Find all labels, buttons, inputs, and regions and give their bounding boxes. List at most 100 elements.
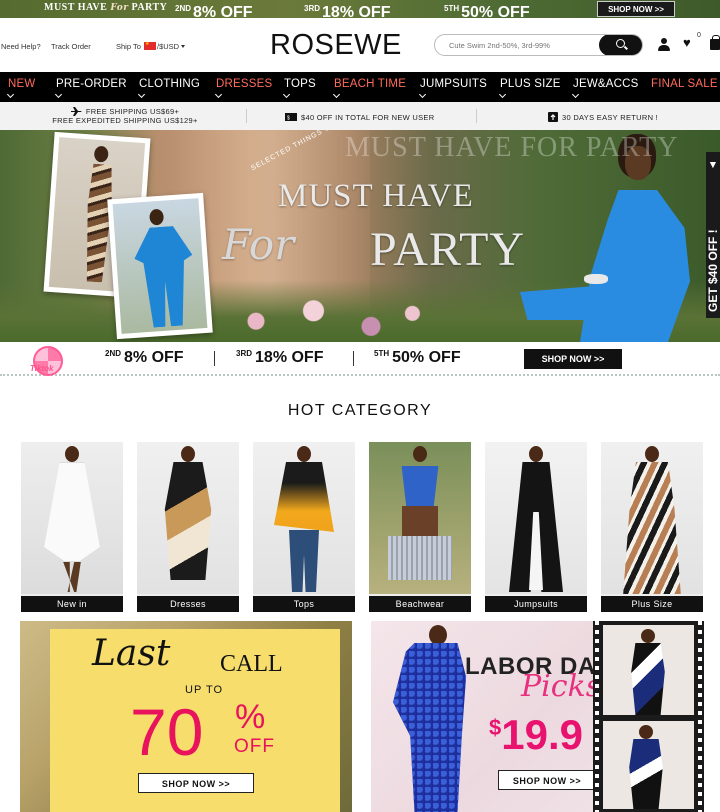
category-image-fringe-swimsuit bbox=[369, 442, 471, 594]
shipping-line-1: FREE SHIPPING US$69+ bbox=[85, 107, 180, 116]
return-box-icon bbox=[548, 112, 558, 122]
search-icon bbox=[616, 39, 625, 48]
category-image-white-dress bbox=[21, 442, 123, 594]
category-image-black-jumpsuit bbox=[485, 442, 587, 594]
hot-category-title: HOT CATEGORY bbox=[287, 402, 433, 419]
china-flag-icon bbox=[143, 41, 156, 50]
coupon-icon: $ bbox=[285, 113, 297, 122]
labor-day-price: $19.9 bbox=[489, 711, 583, 758]
category-card-dresses[interactable]: Dresses bbox=[137, 442, 239, 612]
last-call-shop-now-button[interactable]: SHOP NOW >> bbox=[138, 773, 254, 793]
promo-shop-now-button[interactable]: SHOP NOW >> bbox=[597, 1, 675, 17]
chevron-down-icon bbox=[139, 92, 145, 98]
last-call-percent-sign: % bbox=[235, 698, 266, 736]
nav-item-dresses[interactable]: DRESSES bbox=[216, 78, 272, 90]
currency-label: /$USD bbox=[156, 42, 180, 51]
hero-headline-party: PARTY bbox=[370, 223, 526, 276]
nav-item-jumpsuits[interactable]: JUMPSUITS bbox=[420, 78, 487, 90]
promo-headline: MUST HAVE For PARTY bbox=[44, 2, 168, 13]
category-image-colorblock-dress bbox=[137, 442, 239, 594]
category-image-gradient-top bbox=[253, 442, 355, 594]
airplane-icon bbox=[70, 107, 82, 116]
nav-item-jewelry-accessories[interactable]: JEW&ACCS bbox=[573, 78, 639, 90]
category-card-plus-size[interactable]: Plus Size bbox=[601, 442, 703, 612]
labor-day-picks-script: Picks bbox=[521, 669, 602, 704]
category-label: Beachwear bbox=[369, 596, 471, 612]
last-call-banner[interactable]: Last CALL UP TO 70 % OFF SHOP NOW >> bbox=[20, 621, 352, 812]
chevron-down-icon bbox=[334, 92, 340, 98]
category-card-tops[interactable]: Tops bbox=[253, 442, 355, 612]
chevron-down-icon bbox=[573, 92, 579, 98]
discount-shop-now-button[interactable]: SHOP NOW >> bbox=[524, 349, 622, 369]
benefits-bar: FREE SHIPPING US$69+ FREE EXPEDITED SHIP… bbox=[0, 102, 720, 130]
search-input[interactable] bbox=[435, 35, 600, 55]
top-promo-strip[interactable]: MUST HAVE For PARTY 2ND 8% OFF 3RD 18% OFF… bbox=[0, 0, 720, 21]
ship-to-label: Ship To bbox=[116, 42, 141, 51]
chevron-down-icon bbox=[216, 92, 222, 98]
hero-headline-script: For bbox=[222, 220, 295, 269]
hero-model-clutch bbox=[584, 274, 608, 284]
last-call-script: Last bbox=[92, 633, 171, 674]
nav-item-new[interactable]: NEW bbox=[8, 78, 35, 90]
divider bbox=[476, 109, 477, 123]
account-icon[interactable] bbox=[658, 38, 670, 51]
discount-3rd: 3RD 18% OFF bbox=[236, 349, 324, 366]
nav-item-tops[interactable]: TOPS bbox=[284, 78, 316, 90]
category-label: Tops bbox=[253, 596, 355, 612]
shipping-benefit[interactable]: FREE SHIPPING US$69+ FREE EXPEDITED SHIP… bbox=[40, 107, 210, 125]
chevron-down-icon bbox=[500, 92, 506, 98]
category-image-printed-maxi-dress bbox=[601, 442, 703, 594]
nav-item-plus-size[interactable]: PLUS SIZE bbox=[500, 78, 561, 90]
ship-to-selector[interactable]: Ship To /$USD bbox=[116, 41, 186, 51]
film-frame-blue-dress bbox=[603, 721, 694, 809]
film-strip-collage bbox=[593, 621, 704, 812]
last-call-off: OFF bbox=[234, 736, 275, 757]
category-card-new-in[interactable]: New in bbox=[21, 442, 123, 612]
wishlist-heart-icon[interactable]: ♥ bbox=[683, 36, 691, 49]
search-bar bbox=[434, 34, 643, 56]
hero-headline-must-have: MUST HAVE bbox=[278, 178, 474, 214]
chevron-down-icon bbox=[8, 92, 14, 98]
category-card-jumpsuits[interactable]: Jumpsuits bbox=[485, 442, 587, 612]
wishlist-count: 0 bbox=[697, 32, 701, 39]
side-tab-label: GET $40 OFF ! bbox=[706, 229, 720, 312]
coupon-text: $40 OFF IN TOTAL FOR NEW USER bbox=[301, 113, 435, 122]
nav-item-clothing[interactable]: CLOTHING bbox=[139, 78, 200, 90]
last-call-word: CALL bbox=[220, 651, 283, 677]
track-order-link[interactable]: Track Order bbox=[51, 42, 91, 51]
easy-return-benefit[interactable]: 30 DAYS EASY RETURN ! bbox=[548, 112, 658, 122]
svg-text:$: $ bbox=[287, 116, 290, 122]
category-label: Jumpsuits bbox=[485, 596, 587, 612]
discount-2nd: 2ND 8% OFF bbox=[105, 349, 184, 366]
triangle-left-icon: ◀ bbox=[708, 162, 717, 169]
new-user-coupon-benefit[interactable]: $ $40 OFF IN TOTAL FOR NEW USER bbox=[285, 112, 434, 122]
hero-banner[interactable]: MUST HAVE FOR PARTY SELECTED THINGS ONLY… bbox=[0, 130, 720, 342]
shopping-bag-icon[interactable] bbox=[710, 35, 720, 50]
category-card-beachwear[interactable]: Beachwear bbox=[369, 442, 471, 612]
discount-strip[interactable]: Tiktok 2ND 8% OFF 3RD 18% OFF 5TH 50% OFF S… bbox=[0, 342, 720, 376]
returns-text: 30 DAYS EASY RETURN ! bbox=[562, 113, 659, 122]
nav-item-pre-order[interactable]: PRE-ORDER bbox=[56, 78, 127, 90]
chevron-down-icon bbox=[420, 92, 426, 98]
chevron-down-icon bbox=[284, 92, 290, 98]
site-logo[interactable]: ROSEWE bbox=[270, 29, 402, 62]
search-button[interactable] bbox=[599, 35, 642, 55]
category-label: Dresses bbox=[137, 596, 239, 612]
labor-day-banner[interactable]: LABOR DAY Picks $19.9 SHOP NOW >> bbox=[371, 621, 704, 812]
hero-watermark-text: MUST HAVE FOR PARTY bbox=[345, 132, 679, 163]
category-label: Plus Size bbox=[601, 596, 703, 612]
site-header: Need Help? Track Order Ship To /$USD ROS… bbox=[0, 18, 720, 72]
wheel-label: Tiktok bbox=[30, 364, 54, 373]
hero-flowers bbox=[210, 290, 440, 342]
need-help-link[interactable]: Need Help? bbox=[1, 42, 41, 51]
divider bbox=[353, 351, 354, 366]
labor-day-shop-now-button[interactable]: SHOP NOW >> bbox=[498, 770, 596, 790]
nav-item-beach-time[interactable]: BEACH TIME bbox=[334, 78, 406, 90]
hero-photo-card-blue-jumpsuit bbox=[107, 192, 213, 340]
main-nav: NEW PRE-ORDER CLOTHING DRESSES TOPS BEAC… bbox=[0, 72, 720, 102]
chevron-down-icon bbox=[181, 45, 186, 48]
divider bbox=[246, 109, 247, 123]
nav-item-final-sale[interactable]: FINAL SALE bbox=[651, 78, 718, 90]
get-40-off-side-tab[interactable]: ◀ GET $40 OFF ! bbox=[706, 152, 720, 318]
labor-day-model-head bbox=[429, 625, 447, 645]
